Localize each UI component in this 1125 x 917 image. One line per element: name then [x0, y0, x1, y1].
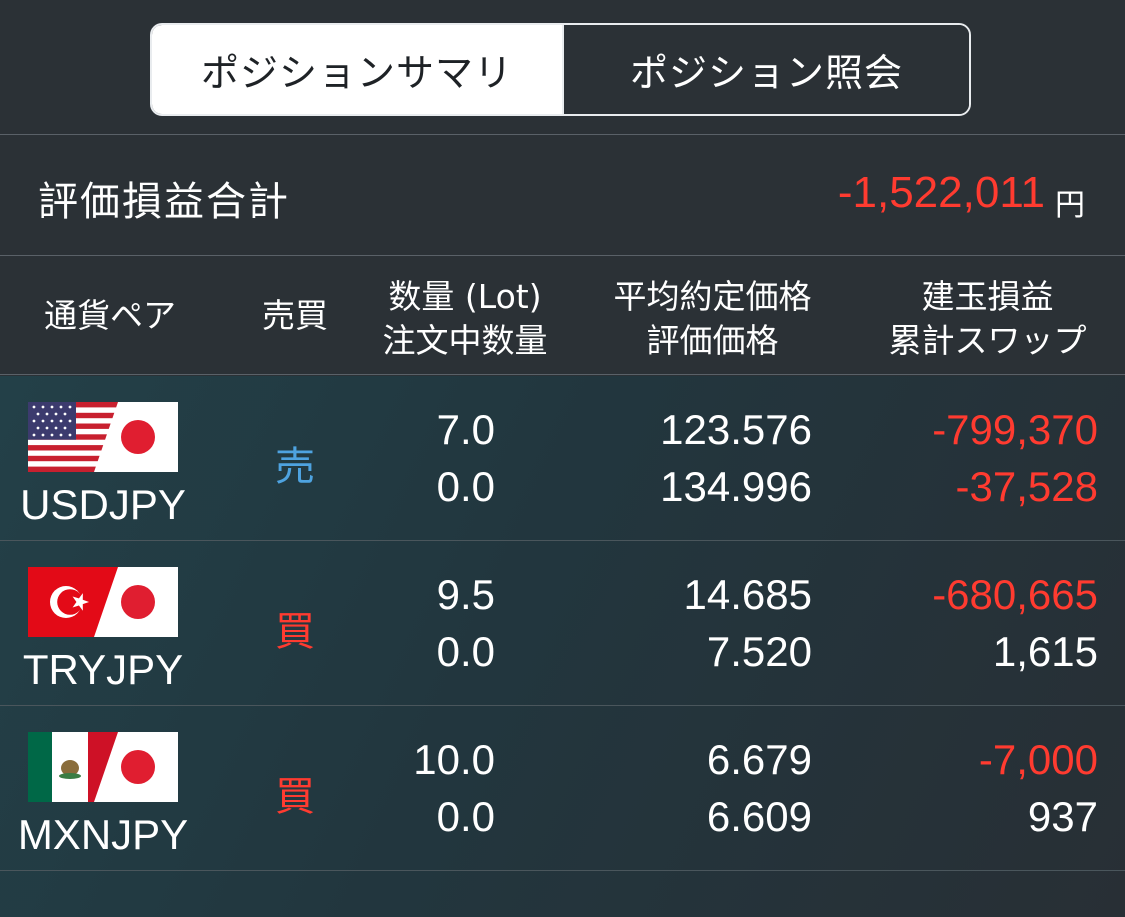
cumulative-swap: -37,528	[955, 463, 1098, 510]
position-pl: -680,665	[932, 571, 1098, 618]
quantity: 7.0	[436, 406, 495, 453]
eval-price: 6.609	[706, 793, 812, 840]
tab-position-inquiry[interactable]: ポジション照会	[562, 25, 969, 114]
order-quantity: 0.0	[436, 463, 495, 510]
header-price: 平均約定価格 評価価格	[613, 277, 812, 360]
order-quantity: 0.0	[436, 628, 495, 675]
cumulative-swap: 937	[1027, 793, 1098, 840]
avg-price: 123.576	[660, 406, 812, 453]
position-row-usdjpy[interactable]: USDJPY 売 7.0 0.0 123.576 134.996 -799,37…	[0, 376, 1125, 541]
order-quantity: 0.0	[436, 793, 495, 840]
side-buy: 買	[275, 774, 315, 820]
us-jp-flag-icon	[28, 402, 178, 472]
eval-price: 134.996	[660, 463, 812, 510]
total-pl-section: 評価損益合計 -1,522,011 円	[0, 136, 1125, 256]
eval-price: 7.520	[706, 628, 812, 675]
tr-jp-flag-icon	[28, 567, 178, 637]
position-pl: -799,370	[932, 406, 1098, 453]
tab-position-summary[interactable]: ポジションサマリ	[152, 25, 562, 114]
position-row-tryjpy[interactable]: TRYJPY 買 9.5 0.0 14.685 7.520 -680,665 1…	[0, 541, 1125, 706]
position-pl: -7,000	[978, 736, 1098, 783]
header-side: 売買	[262, 296, 328, 335]
quantity: 9.5	[436, 571, 495, 618]
top-bar: ポジションサマリ ポジション照会	[0, 0, 1125, 135]
pair-name: USDJPY	[20, 481, 186, 528]
position-list: USDJPY 売 7.0 0.0 123.576 134.996 -799,37…	[0, 376, 1125, 917]
header-pair: 通貨ペア	[44, 296, 176, 335]
side-sell: 売	[275, 444, 315, 490]
quantity: 10.0	[413, 736, 495, 783]
mx-jp-flag-icon	[28, 732, 178, 802]
position-row-mxnjpy[interactable]: MXNJPY 買 10.0 0.0 6.679 6.609 -7,000 937	[0, 706, 1125, 871]
side-buy: 買	[275, 609, 315, 655]
segmented-control: ポジションサマリ ポジション照会	[150, 23, 971, 116]
total-pl-label: 評価損益合計	[38, 179, 290, 225]
header-pl: 建玉損益 累計スワップ	[888, 277, 1087, 360]
avg-price: 14.685	[683, 571, 812, 618]
avg-price: 6.679	[706, 736, 812, 783]
total-pl-unit: 円	[1055, 188, 1085, 223]
pair-name: TRYJPY	[22, 646, 184, 693]
table-header: 通貨ペア 売買 数量 (Lot) 注文中数量 平均約定価格 評価価格 建玉損益 …	[0, 257, 1125, 375]
cumulative-swap: 1,615	[992, 628, 1098, 675]
pair-name: MXNJPY	[17, 811, 189, 858]
total-pl-value: -1,522,011	[837, 168, 1045, 217]
header-quantity: 数量 (Lot) 注文中数量	[382, 277, 548, 360]
